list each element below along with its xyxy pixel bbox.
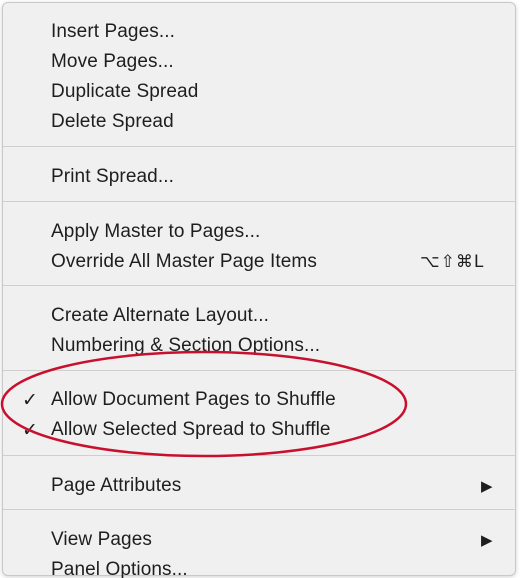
menu-item-override-all-master-page-items[interactable]: Override All Master Page Items ⌥⇧⌘L <box>3 247 515 277</box>
menu-item-panel-options[interactable]: Panel Options... <box>3 555 515 578</box>
menu-item-label: Allow Selected Spread to Shuffle <box>51 419 331 440</box>
keyboard-shortcut: ⌥⇧⌘L <box>420 252 485 272</box>
menu-item-label: Numbering & Section Options... <box>51 335 321 356</box>
menu-separator <box>3 201 515 202</box>
menu-item-allow-selected-spread-to-shuffle[interactable]: ✓ Allow Selected Spread to Shuffle <box>3 415 515 445</box>
menu-item-print-spread[interactable]: Print Spread... <box>3 162 515 192</box>
menu-separator <box>3 370 515 371</box>
menu-item-label: Move Pages... <box>51 51 174 72</box>
submenu-arrow-icon: ▶ <box>481 477 493 495</box>
menu-item-label: Panel Options... <box>51 559 188 578</box>
menu-separator <box>3 455 515 456</box>
menu-item-label: Print Spread... <box>51 166 174 187</box>
context-menu: Insert Pages... Move Pages... Duplicate … <box>2 2 516 578</box>
menu-item-insert-pages[interactable]: Insert Pages... <box>3 17 515 47</box>
checkmark-icon: ✓ <box>22 419 39 441</box>
menu-item-label: Page Attributes <box>51 475 182 496</box>
menu-item-create-alternate-layout[interactable]: Create Alternate Layout... <box>3 301 515 331</box>
menu-item-allow-document-pages-to-shuffle[interactable]: ✓ Allow Document Pages to Shuffle <box>3 385 515 415</box>
menu-separator <box>3 509 515 510</box>
menu-item-label: Apply Master to Pages... <box>51 221 261 242</box>
menu-item-label: Delete Spread <box>51 111 174 132</box>
menu-separator <box>3 146 515 147</box>
menu-item-view-pages[interactable]: View Pages ▶ <box>3 525 515 555</box>
menu-item-label: Override All Master Page Items <box>51 251 317 272</box>
menu-item-numbering-section-options[interactable]: Numbering & Section Options... <box>3 331 515 361</box>
menu-separator <box>3 285 515 286</box>
menu-item-duplicate-spread[interactable]: Duplicate Spread <box>3 77 515 107</box>
menu-item-label: View Pages <box>51 529 152 550</box>
menu-item-label: Allow Document Pages to Shuffle <box>51 389 336 410</box>
checkmark-icon: ✓ <box>22 389 39 411</box>
menu-item-label: Insert Pages... <box>51 21 176 42</box>
menu-item-move-pages[interactable]: Move Pages... <box>3 47 515 77</box>
menu-item-page-attributes[interactable]: Page Attributes ▶ <box>3 471 515 501</box>
menu-item-delete-spread[interactable]: Delete Spread <box>3 107 515 137</box>
menu-item-apply-master-to-pages[interactable]: Apply Master to Pages... <box>3 217 515 247</box>
menu-item-label: Duplicate Spread <box>51 81 199 102</box>
menu-item-label: Create Alternate Layout... <box>51 305 270 326</box>
submenu-arrow-icon: ▶ <box>481 531 493 549</box>
